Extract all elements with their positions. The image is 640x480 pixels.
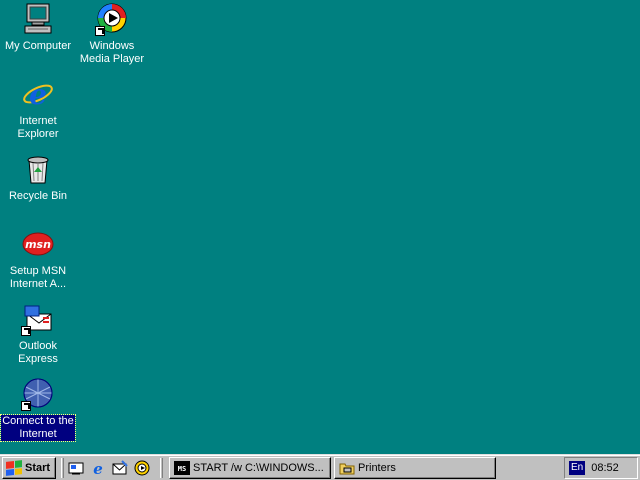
connect-internet-icon: [21, 377, 55, 411]
svg-text:MS: MS: [178, 465, 186, 473]
desktop[interactable]: My Computer Windows Media Player e Inter…: [0, 0, 640, 454]
desktop-icon-internet-explorer[interactable]: e Internet Explorer: [0, 77, 76, 141]
shortcut-arrow-icon: [21, 326, 31, 336]
shortcut-arrow-icon: [95, 26, 105, 36]
media-player-icon: [95, 2, 129, 36]
quick-launch-bar: e: [67, 459, 151, 477]
desktop-icon-outlook-express[interactable]: Outlook Express: [0, 302, 76, 366]
language-indicator[interactable]: En: [569, 460, 586, 475]
toolbar-handle[interactable]: [61, 457, 64, 478]
outlook-express-icon[interactable]: [111, 459, 129, 477]
task-label: Printers: [358, 461, 396, 474]
taskbar-button-printers[interactable]: Printers: [334, 456, 496, 479]
toolbar-handle[interactable]: [160, 457, 163, 478]
desktop-icon-label: Setup MSN Internet A...: [9, 265, 67, 290]
internet-explorer-icon: e: [21, 77, 55, 111]
task-label: START /w C:\WINDOWS...: [193, 461, 324, 474]
internet-explorer-icon[interactable]: e: [89, 459, 107, 477]
show-desktop-icon[interactable]: [67, 459, 85, 477]
desktop-icon-label: Outlook Express: [18, 340, 58, 365]
desktop-icon-setup-msn[interactable]: msn Setup MSN Internet A...: [0, 227, 76, 291]
desktop-icon-label: Internet Explorer: [17, 115, 59, 140]
desktop-icon-label: Connect to the Internet: [0, 414, 76, 442]
svg-text:msn: msn: [25, 238, 51, 251]
system-tray: En 08:52: [564, 456, 638, 479]
outlook-express-icon: [21, 302, 55, 336]
svg-text:e: e: [29, 78, 47, 111]
my-computer-icon: [21, 2, 55, 36]
desktop-icon-connect-internet[interactable]: Connect to the Internet: [0, 377, 76, 442]
printers-folder-icon: [339, 460, 355, 476]
msn-icon: msn: [21, 227, 55, 261]
shortcut-arrow-icon: [21, 401, 31, 411]
taskbar-button-msdos[interactable]: MS START /w C:\WINDOWS...: [169, 456, 331, 479]
desktop-icon-my-computer[interactable]: My Computer: [0, 2, 76, 53]
svg-text:e: e: [93, 460, 103, 476]
desktop-icon-label: My Computer: [4, 40, 72, 52]
desktop-icon-label: Windows Media Player: [79, 40, 145, 65]
desktop-icon-recycle-bin[interactable]: Recycle Bin: [0, 152, 76, 203]
start-button[interactable]: Start: [2, 456, 56, 479]
clock[interactable]: 08:52: [591, 462, 619, 474]
media-player-icon[interactable]: [133, 459, 151, 477]
desktop-icon-label: Recycle Bin: [8, 190, 68, 202]
windows-logo-icon: [6, 459, 22, 476]
desktop-icon-media-player[interactable]: Windows Media Player: [74, 2, 150, 66]
taskbar: Start e MS START /w C:\WINDOWS... Printe…: [0, 454, 640, 480]
msdos-icon: MS: [174, 460, 190, 476]
start-label: Start: [25, 461, 51, 474]
recycle-bin-icon: [21, 152, 55, 186]
